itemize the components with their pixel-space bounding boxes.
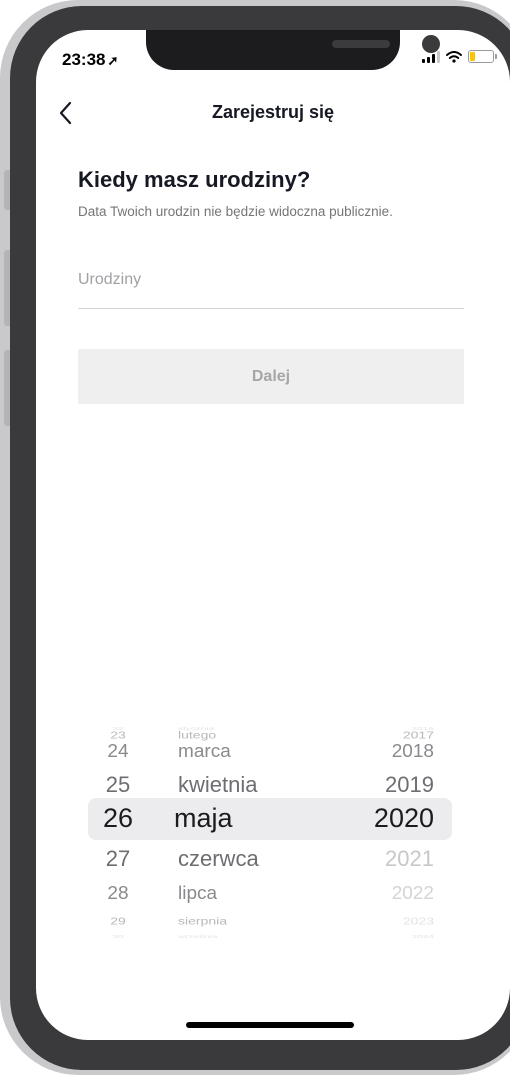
picker-month[interactable]: sierpnia	[178, 915, 227, 927]
picker-day[interactable]: 23	[98, 729, 138, 741]
picker-row-selected[interactable]: 26 maja 2020	[36, 803, 510, 836]
cellular-signal-icon	[422, 50, 440, 63]
picker-row[interactable]: 24 marca 2018	[36, 742, 510, 766]
picker-year[interactable]: 2019	[336, 772, 434, 798]
screen: 23:38 ➚ Zarejestruj się Kiedy masz urodzi…	[36, 30, 510, 1040]
picker-day[interactable]: 30	[98, 934, 138, 939]
picker-year[interactable]: 2020	[336, 803, 434, 834]
picker-month[interactable]: maja	[174, 803, 233, 834]
picker-year[interactable]: 2023	[336, 915, 434, 927]
picker-year[interactable]: 2021	[336, 846, 434, 872]
location-arrow-icon: ➚	[107, 53, 119, 68]
speaker	[332, 40, 390, 48]
picker-month[interactable]: marca	[178, 742, 231, 763]
picker-day[interactable]: 29	[98, 915, 138, 927]
picker-month[interactable]: lutego	[178, 729, 216, 741]
picker-year[interactable]: 2017	[336, 729, 434, 741]
picker-year[interactable]: 2018	[336, 742, 434, 763]
birthday-input[interactable]	[78, 262, 464, 298]
wifi-icon	[446, 50, 462, 63]
picker-month[interactable]: czerwca	[178, 846, 259, 872]
page-title: Zarejestruj się	[211, 102, 335, 122]
status-time: 23:38 ➚	[62, 50, 118, 70]
picker-row[interactable]: 27 czerwca 2021	[36, 846, 510, 874]
picker-month[interactable]: kwietnia	[178, 772, 257, 798]
picker-day[interactable]: 26	[98, 803, 138, 834]
birthday-field[interactable]	[78, 262, 464, 309]
picker-row[interactable]: 25 kwietnia 2019	[36, 772, 510, 800]
next-button[interactable]: Dalej	[78, 349, 464, 404]
picker-day[interactable]: 24	[98, 742, 138, 763]
picker-month[interactable]: lipca	[178, 884, 217, 905]
picker-month[interactable]: września	[178, 934, 217, 939]
picker-day[interactable]: 25	[98, 772, 138, 798]
battery-icon	[468, 50, 497, 63]
notch	[146, 30, 440, 70]
status-icons	[422, 50, 497, 63]
time-label: 23:38	[62, 50, 106, 69]
picker-row[interactable]: 30 września 2024	[36, 934, 510, 941]
picker-row[interactable]: 28 lipca 2022	[36, 884, 510, 908]
home-indicator[interactable]	[186, 1022, 354, 1028]
picker-year[interactable]: 2022	[336, 884, 434, 905]
form-subtitle: Data Twoich urodzin nie będzie widoczna …	[78, 204, 393, 219]
picker-day[interactable]: 27	[98, 846, 138, 872]
picker-day[interactable]: 28	[98, 884, 138, 905]
form-heading: Kiedy masz urodziny?	[78, 167, 311, 192]
picker-row[interactable]: 29 sierpnia 2023	[36, 915, 510, 930]
date-picker[interactable]: 22 stycznia 2016 23 lutego 2017 24 marca 2018 25 k…	[36, 690, 510, 940]
picker-year[interactable]: 2024	[336, 934, 434, 939]
